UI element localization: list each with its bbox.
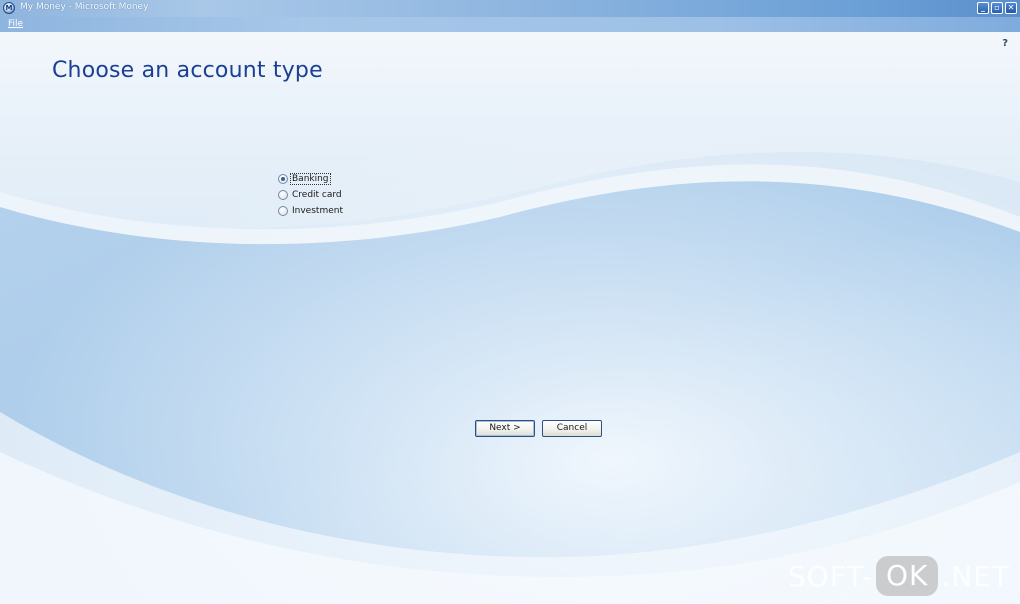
radio-label-credit-card[interactable]: Credit card — [291, 190, 343, 200]
radio-option-banking[interactable]: Banking — [278, 171, 344, 187]
minimize-button[interactable]: _ — [977, 2, 989, 14]
menu-bar: File — [0, 17, 1020, 32]
window-controls: _ ▫ ✕ — [977, 2, 1017, 15]
watermark-right-text: .NET — [941, 559, 1010, 593]
next-button[interactable]: Next > — [475, 420, 535, 437]
radio-option-credit-card[interactable]: Credit card — [278, 187, 344, 203]
page-title: Choose an account type — [52, 58, 323, 83]
title-bar[interactable]: M My Money - Microsoft Money _ ▫ ✕ — [0, 0, 1020, 17]
restore-button[interactable]: ▫ — [991, 2, 1003, 14]
menu-file[interactable]: File — [8, 19, 23, 29]
watermark-ok-badge: OK — [875, 556, 939, 596]
radio-button-banking[interactable] — [278, 174, 288, 184]
wizard-content: ? Choose an account type Banking Credit … — [0, 32, 1020, 604]
money-app-icon[interactable]: M — [3, 2, 15, 14]
radio-label-banking[interactable]: Banking — [290, 173, 331, 185]
background-wave-graphic — [0, 32, 1020, 604]
wizard-buttons: Next > Cancel — [475, 420, 602, 437]
window-title: My Money - Microsoft Money — [20, 2, 149, 12]
radio-label-investment[interactable]: Investment — [291, 206, 344, 216]
help-icon[interactable]: ? — [1002, 38, 1008, 49]
account-type-radio-group: Banking Credit card Investment — [278, 171, 344, 219]
close-button[interactable]: ✕ — [1005, 2, 1017, 14]
radio-option-investment[interactable]: Investment — [278, 203, 344, 219]
watermark-left-text: SOFT- — [787, 559, 873, 593]
site-watermark: SOFT- OK .NET — [788, 556, 1010, 596]
cancel-button[interactable]: Cancel — [542, 420, 602, 437]
app-window: M My Money - Microsoft Money _ ▫ ✕ File — [0, 0, 1020, 604]
radio-button-investment[interactable] — [278, 206, 288, 216]
radio-button-credit-card[interactable] — [278, 190, 288, 200]
